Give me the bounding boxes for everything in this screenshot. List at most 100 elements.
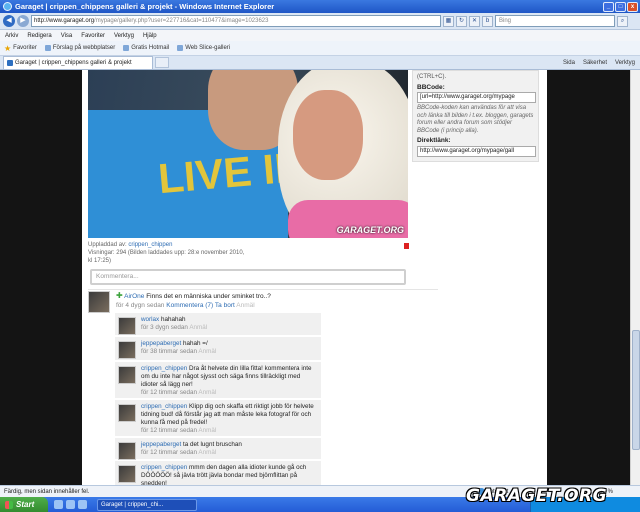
- tool-page[interactable]: Sida: [563, 60, 575, 66]
- search-icon[interactable]: ⌕: [617, 15, 628, 27]
- menu-bar: Arkiv Redigera Visa Favoriter Verktyg Hj…: [0, 30, 640, 41]
- list-item: jeppepaberget ta det lugnt bruschan för …: [115, 438, 321, 460]
- menu-favorites[interactable]: Favoriter: [81, 33, 105, 39]
- favorites-button[interactable]: ★ Favoriter: [4, 44, 37, 53]
- star-icon: ★: [4, 43, 12, 53]
- tab-bar: Garaget | crippen_chippens galleri & pro…: [0, 56, 640, 70]
- avatar[interactable]: [118, 341, 136, 359]
- share-sidebar: (CTRL+C). BBCode: [url=http://www.garage…: [412, 70, 539, 162]
- page-icon: [44, 45, 51, 51]
- report-link[interactable]: Anmäl: [198, 348, 216, 355]
- quicklaunch-icon[interactable]: [54, 500, 63, 509]
- page-viewport: LIVE IN TH GARAGET.ORG Uppladdad av: cri…: [0, 70, 640, 485]
- gallery-photo[interactable]: LIVE IN TH GARAGET.ORG: [88, 70, 408, 238]
- page-icon: [123, 45, 130, 51]
- maximize-button[interactable]: □: [615, 1, 626, 12]
- report-link[interactable]: Anmäl: [198, 427, 216, 434]
- views-line: Visningar: 294 (Bilden laddades upp: 28:…: [88, 250, 245, 256]
- avatar[interactable]: [118, 404, 136, 422]
- start-button[interactable]: Start: [0, 497, 48, 512]
- avatar[interactable]: [88, 291, 110, 313]
- photo-meta: Uppladdad av: crippen_chippen Visningar:…: [88, 241, 388, 265]
- windows-logo-icon: [5, 500, 13, 509]
- site-favicon-icon: [7, 60, 13, 66]
- reply-user[interactable]: worlax: [141, 316, 159, 323]
- avatar[interactable]: [118, 366, 136, 384]
- direct-link-field[interactable]: http://www.garaget.org/mypage/gall: [417, 145, 536, 157]
- photo-face-right: [293, 90, 363, 180]
- tool-tools[interactable]: Verktyg: [615, 60, 635, 66]
- avatar[interactable]: [118, 465, 136, 483]
- quicklaunch-icon[interactable]: [78, 500, 87, 509]
- window-titlebar: Garaget | crippen_chippens galleri & pro…: [0, 0, 640, 13]
- fav-web-slice[interactable]: Web Slice-galleri: [177, 45, 230, 51]
- comment-reply-link[interactable]: Kommentera (7): [166, 302, 213, 309]
- forward-button[interactable]: ▶: [17, 15, 29, 27]
- avatar[interactable]: [118, 442, 136, 460]
- list-item: crippen_chippen Klipp dig och skaffa ett…: [115, 400, 321, 437]
- close-button[interactable]: x: [627, 1, 638, 12]
- list-item: jeppepaberget hahah =/ för 38 timmar sed…: [115, 337, 321, 361]
- report-link[interactable]: Anmäl: [236, 302, 254, 309]
- report-flag-icon[interactable]: [404, 243, 409, 249]
- reply-user[interactable]: crippen_chippen: [141, 464, 187, 471]
- comment-text: Finns det en människa under sminket tro.…: [146, 293, 271, 300]
- vertical-scrollbar[interactable]: [630, 70, 640, 485]
- quicklaunch-icon[interactable]: [66, 500, 75, 509]
- reply-user[interactable]: jeppepaberget: [141, 340, 181, 347]
- reply-user[interactable]: crippen_chippen: [141, 365, 187, 372]
- minimize-button[interactable]: _: [603, 1, 614, 12]
- new-tab-button[interactable]: [155, 57, 169, 68]
- menu-tools[interactable]: Verktyg: [114, 33, 134, 39]
- favorites-bar: ★ Favoriter Förslag på webbplatser Grati…: [0, 41, 640, 56]
- brand-watermark: GARAGET.ORG: [466, 486, 608, 506]
- bbcode-description: BBCode-koden kan användas för att visa o…: [417, 105, 534, 134]
- ie-logo-icon: [3, 2, 12, 11]
- list-item: crippen_chippen Dra åt helvete din lilla…: [115, 362, 321, 399]
- menu-view[interactable]: Visa: [61, 33, 73, 39]
- tab-garaget[interactable]: Garaget | crippen_chippens galleri & pro…: [3, 56, 153, 69]
- refresh-icon[interactable]: ↻: [456, 15, 467, 27]
- direct-link-label: Direktlänk:: [417, 137, 451, 144]
- avatar[interactable]: [118, 317, 136, 335]
- uploader-link[interactable]: crippen_chippen: [128, 242, 172, 248]
- reply-user[interactable]: crippen_chippen: [141, 403, 187, 410]
- plus-icon: ✚: [116, 291, 123, 300]
- time-line: kl 17:25): [88, 258, 112, 264]
- divider: [88, 289, 438, 290]
- back-button[interactable]: ◀: [3, 15, 15, 27]
- delete-link[interactable]: Ta bort: [215, 302, 235, 309]
- search-input[interactable]: Bing: [495, 15, 615, 27]
- menu-help[interactable]: Hjälp: [143, 33, 157, 39]
- address-bar: ◀ ▶ http://www.garaget.org/mypage/galler…: [0, 13, 640, 30]
- compatibility-icon[interactable]: ▦: [443, 15, 454, 27]
- page-icon: [177, 45, 184, 51]
- scrollbar-thumb[interactable]: [632, 330, 640, 450]
- reply-user[interactable]: jeppepaberget: [141, 441, 181, 448]
- menu-edit[interactable]: Redigera: [27, 33, 51, 39]
- url-host: http://www.garaget.org: [34, 18, 95, 24]
- taskbar-item-ie[interactable]: Garaget | crippen_chi...: [97, 498, 197, 511]
- bbcode-field[interactable]: [url=http://www.garaget.org/mypage: [417, 92, 536, 103]
- comment-user[interactable]: AirOne: [124, 293, 144, 300]
- tool-safety[interactable]: Säkerhet: [583, 60, 607, 66]
- report-link[interactable]: Anmäl: [198, 449, 216, 456]
- photo-watermark: GARAGET.ORG: [336, 225, 404, 235]
- report-link[interactable]: Anmäl: [198, 389, 216, 396]
- bing-logo-icon: b: [482, 15, 493, 27]
- page-content: LIVE IN TH GARAGET.ORG Uppladdad av: cri…: [82, 70, 547, 485]
- url-field[interactable]: http://www.garaget.org/mypage/gallery.ph…: [31, 15, 441, 27]
- url-path: /mypage/gallery.php?user=227716&cat=1104…: [94, 18, 269, 24]
- window-title: Garaget | crippen_chippens galleri & pro…: [15, 2, 275, 11]
- bbcode-label: BBCode:: [417, 83, 445, 91]
- list-item: crippen_chippen mmm den dagen alla idiot…: [115, 461, 321, 485]
- fav-hotmail[interactable]: Gratis Hotmail: [123, 45, 169, 51]
- quick-launch: [54, 500, 87, 509]
- list-item: worlax hahahah för 3 dygn sedan Anmäl: [115, 313, 321, 336]
- stop-icon[interactable]: ✕: [469, 15, 480, 27]
- fav-suggested-sites[interactable]: Förslag på webbplatser: [44, 45, 115, 51]
- status-text: Färdig, men sidan innehåller fel.: [4, 488, 90, 495]
- menu-file[interactable]: Arkiv: [5, 33, 18, 39]
- report-link[interactable]: Anmäl: [189, 324, 207, 331]
- comment-input[interactable]: Kommentera...: [90, 269, 406, 285]
